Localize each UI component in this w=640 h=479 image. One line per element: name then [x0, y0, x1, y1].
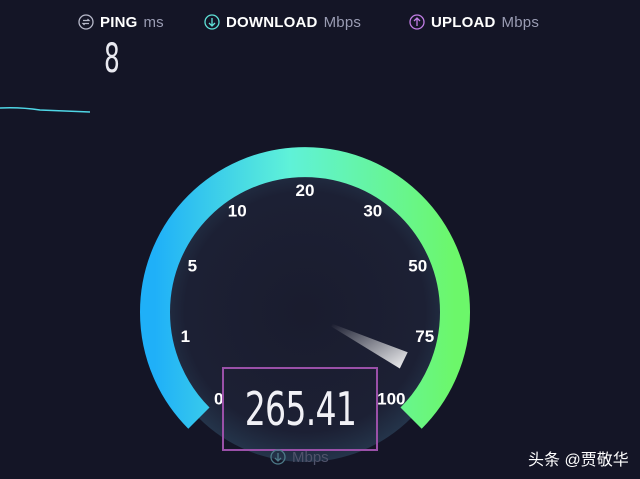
gauge-tick-label: 20 [296, 181, 315, 200]
gauge-tick-label: 50 [408, 256, 427, 275]
watermark: 头条 @贾敬华 [528, 452, 629, 469]
speed-unit-label: Mbps [292, 448, 329, 466]
gauge-tick-label: 1 [181, 327, 190, 346]
speed-value: 265.41 [222, 367, 378, 451]
speed-value-text: 265.41 [244, 382, 356, 436]
gauge-tick-label: 75 [415, 327, 434, 346]
download-arrow-icon [270, 449, 286, 465]
speed-unit: Mbps [270, 448, 329, 466]
gauge-tick-label: 5 [188, 256, 197, 275]
gauge-tick-label: 30 [363, 202, 382, 221]
gauge-tick-label: 10 [228, 202, 247, 221]
gauge-tick-label: 100 [377, 389, 405, 408]
